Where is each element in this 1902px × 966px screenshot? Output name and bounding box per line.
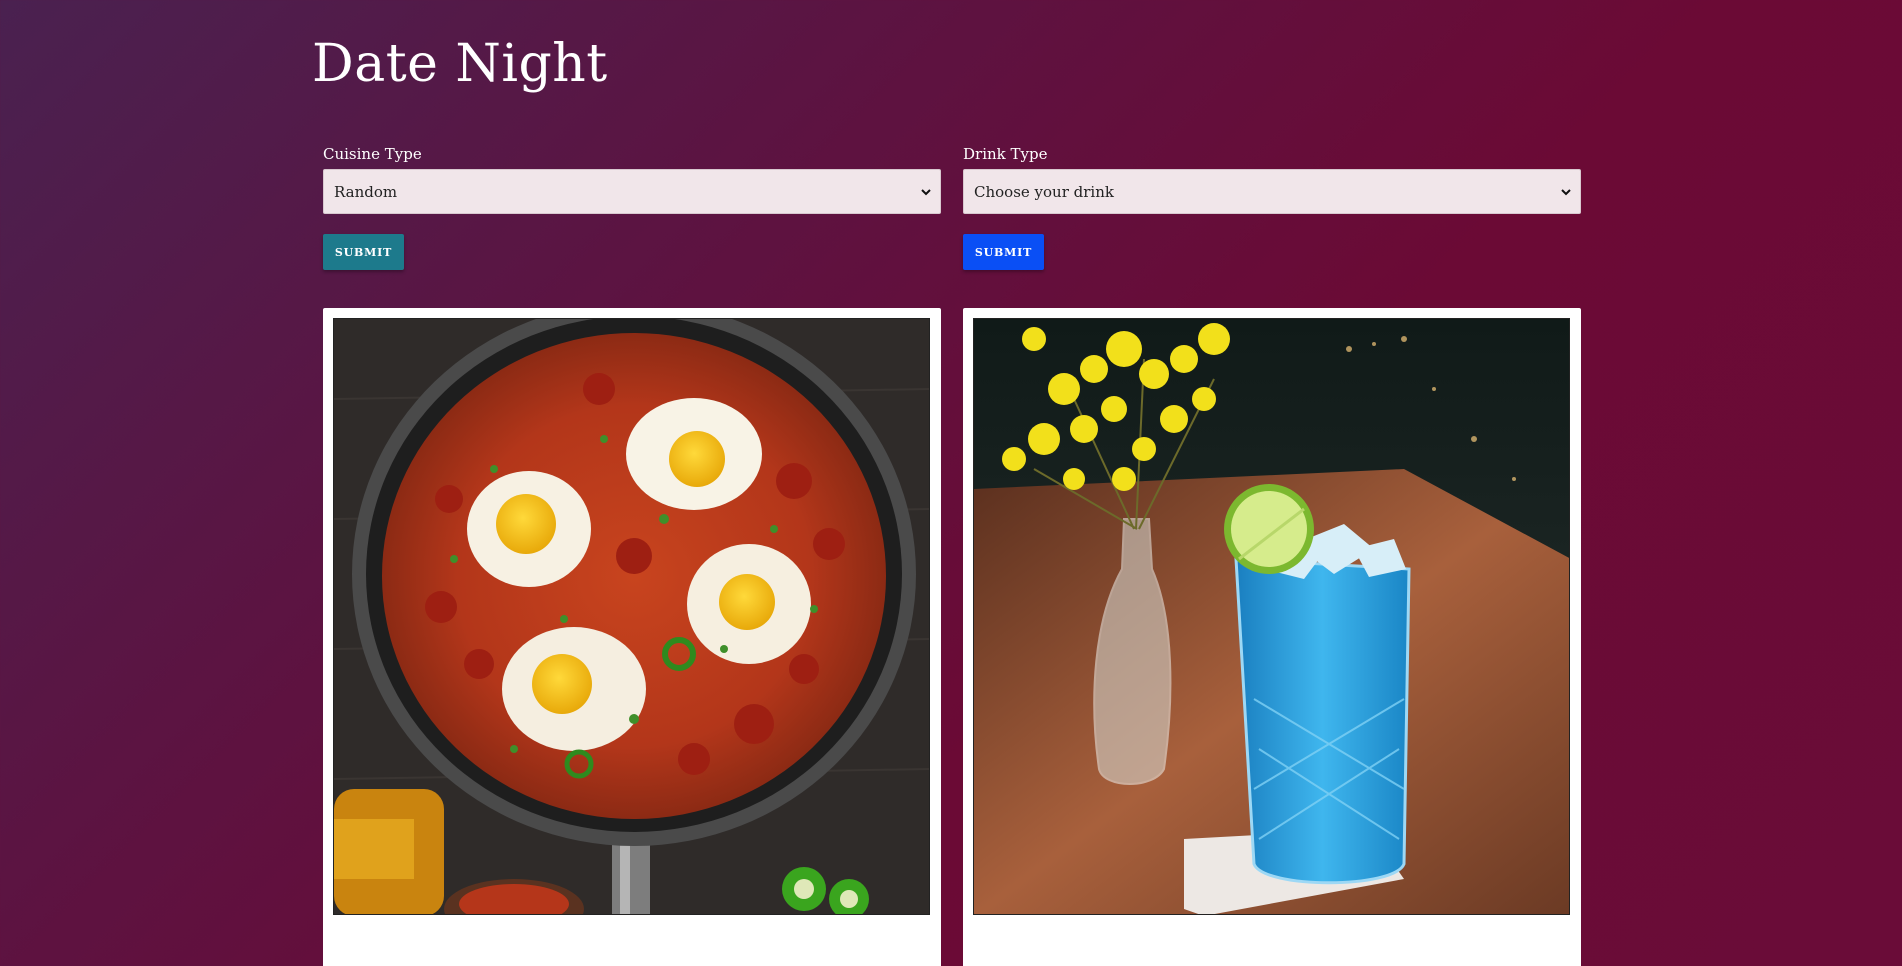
drink-type-label: Drink Type (963, 145, 1048, 163)
cuisine-submit-button[interactable]: SUBMIT (323, 234, 404, 270)
chevron-down-icon (1561, 188, 1571, 195)
drink-result-card (963, 308, 1581, 966)
drink-type-select[interactable]: Choose your drink (963, 169, 1581, 214)
cuisine-type-selected-value: Random (334, 182, 398, 201)
drink-type-selected-value: Choose your drink (974, 182, 1114, 201)
page-title: Date Night (312, 34, 608, 94)
cuisine-type-select[interactable]: Random (323, 169, 941, 214)
drink-submit-button[interactable]: SUBMIT (963, 234, 1044, 270)
drink-photo (973, 318, 1570, 915)
chevron-down-icon (921, 188, 931, 195)
cuisine-type-label: Cuisine Type (323, 145, 422, 163)
cuisine-result-card (323, 308, 941, 966)
cuisine-photo (333, 318, 930, 915)
